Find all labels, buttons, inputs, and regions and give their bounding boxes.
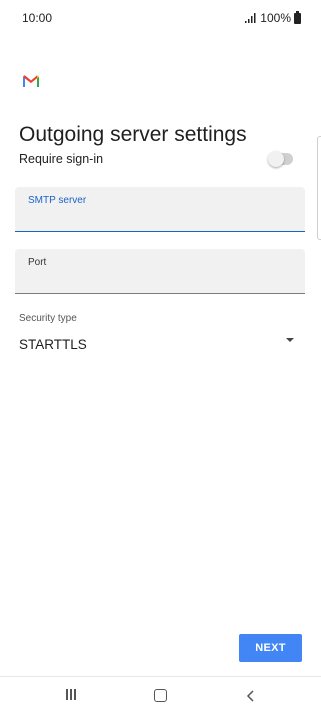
port-label: Port	[28, 257, 47, 268]
status-bar: 10:00 100%	[0, 0, 321, 36]
battery-percent: 100%	[260, 11, 291, 25]
dropdown-icon	[286, 338, 294, 342]
page-title: Outgoing server settings	[19, 123, 247, 147]
back-icon[interactable]	[245, 689, 257, 703]
smtp-server-label: SMTP server	[28, 195, 87, 206]
home-icon[interactable]	[154, 689, 167, 702]
smtp-server-field[interactable]: SMTP server	[15, 187, 305, 232]
smtp-server-input[interactable]	[28, 209, 288, 225]
require-signin-label: Require sign-in	[19, 152, 104, 166]
port-field[interactable]: Port	[15, 249, 305, 294]
recents-icon[interactable]	[64, 688, 78, 702]
security-type-select[interactable]: STARTTLS	[19, 334, 297, 356]
status-time: 10:00	[22, 11, 53, 25]
scroll-indicator	[317, 136, 321, 240]
navigation-bar	[0, 676, 321, 715]
security-type-label: Security type	[19, 313, 77, 324]
next-button[interactable]: NEXT	[239, 634, 302, 662]
security-type-value: STARTTLS	[19, 337, 87, 352]
status-indicators: 100%	[245, 10, 301, 25]
require-signin-toggle[interactable]	[268, 151, 293, 167]
gmail-logo	[23, 75, 39, 87]
battery-icon	[294, 10, 301, 24]
require-signin-row[interactable]: Require sign-in	[19, 150, 299, 170]
toggle-knob	[268, 151, 284, 167]
port-input[interactable]	[28, 271, 288, 287]
signal-icon	[245, 13, 256, 23]
